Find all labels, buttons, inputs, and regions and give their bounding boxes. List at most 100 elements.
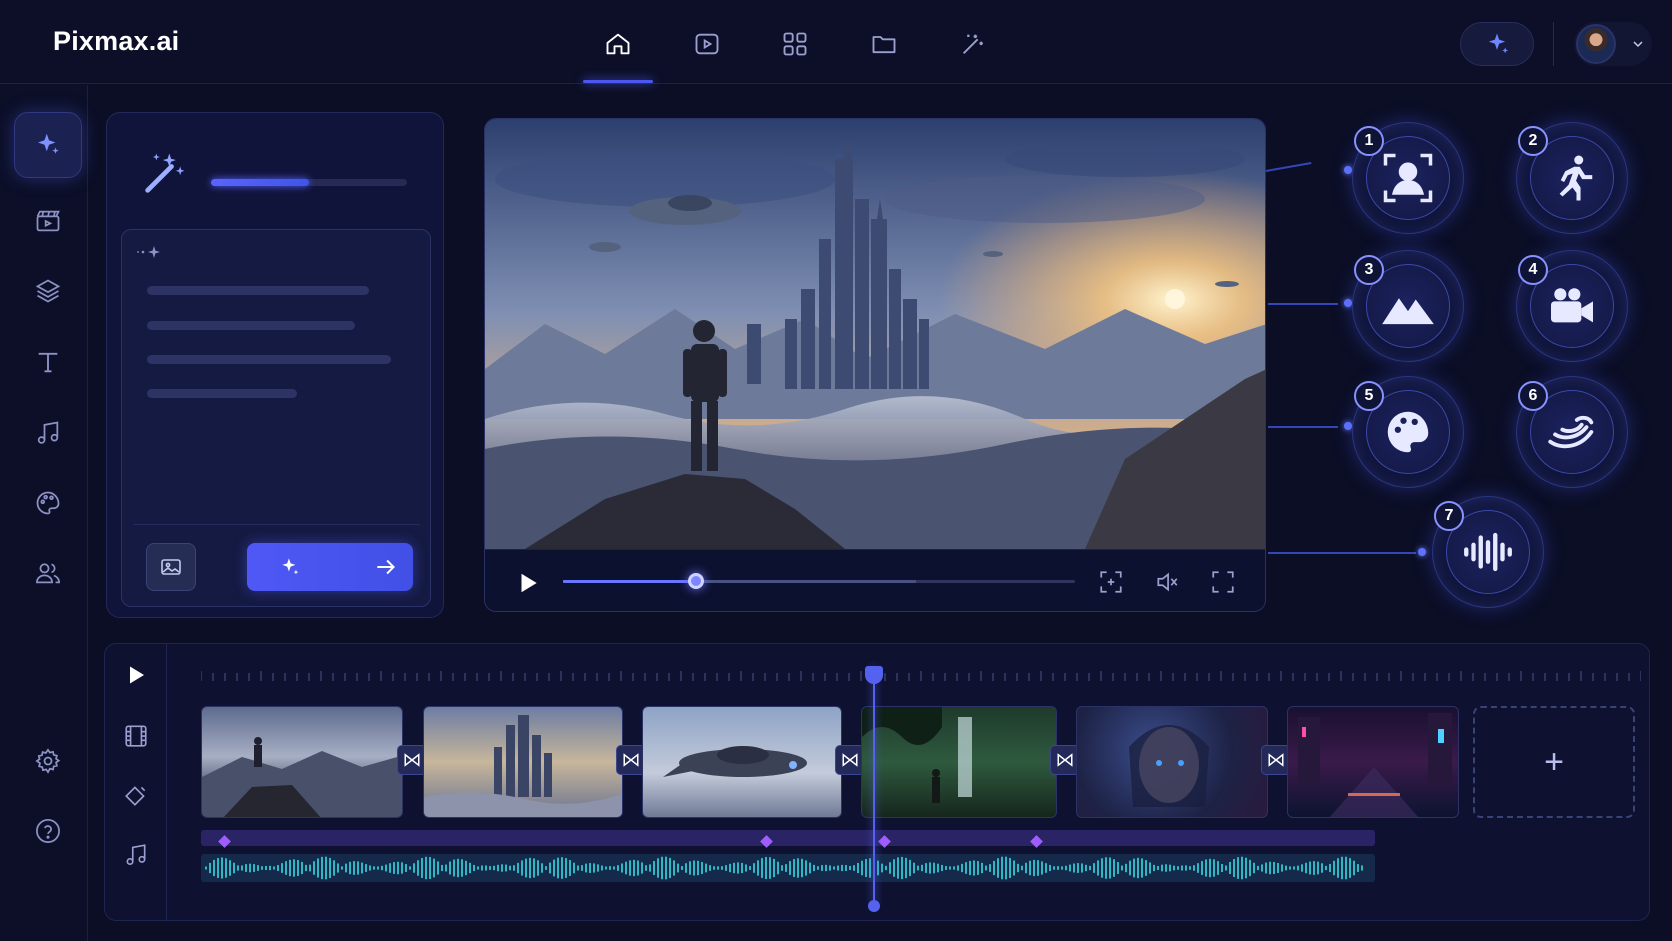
waveform-bar [209, 862, 211, 874]
audio-track[interactable] [201, 854, 1375, 882]
waveform-bar [1153, 864, 1155, 872]
waveform-bar [741, 862, 743, 874]
waveform-bar [625, 861, 627, 875]
sparkles-icon [282, 558, 299, 575]
waveform-bar [1033, 859, 1035, 877]
waveform-bar [1265, 862, 1267, 874]
users-icon [36, 563, 60, 584]
waveform-bar [477, 866, 479, 870]
timeline-clip[interactable] [1287, 706, 1459, 818]
nav-home-icon[interactable] [598, 26, 638, 62]
waveform-bar [1169, 864, 1171, 872]
waveform-bar [721, 866, 723, 870]
avatar[interactable] [1576, 24, 1616, 64]
waveform-bar [1269, 861, 1271, 875]
upload-image-button[interactable] [146, 543, 196, 591]
arrow-right-icon [377, 559, 395, 575]
add-clip-button[interactable]: + [1473, 706, 1635, 818]
fullscreen-icon[interactable] [1209, 568, 1237, 596]
waveform-bar [1225, 865, 1227, 871]
transition-icon[interactable] [117, 776, 155, 814]
waveform-bar [745, 864, 747, 872]
film-icon[interactable] [117, 717, 155, 755]
waveform-bar [753, 863, 755, 873]
waveform-bar [305, 864, 307, 872]
music-icon[interactable] [117, 836, 155, 874]
feature-connector-dot [1418, 548, 1426, 556]
waveform-bar [1113, 859, 1115, 877]
waveform-bar [645, 865, 647, 871]
waveform-bar [781, 865, 783, 871]
waveform-bar [621, 863, 623, 873]
timeline-clip[interactable] [423, 706, 623, 818]
waveform-bar [441, 864, 443, 872]
focus-icon[interactable] [1097, 568, 1125, 596]
waveform-bar [1309, 861, 1311, 875]
timeline-ruler[interactable] [201, 670, 1641, 682]
waveform-bar [249, 863, 251, 873]
sidebar-item-clips[interactable] [14, 188, 82, 254]
waveform-bar [341, 866, 343, 870]
waveform-bar [981, 862, 983, 874]
nav-grid-icon[interactable] [775, 26, 815, 62]
waveform-bar [613, 866, 615, 870]
sidebar-item-layers[interactable] [14, 258, 82, 324]
sidebar-item-text[interactable] [14, 329, 82, 395]
profile-menu[interactable] [1574, 22, 1652, 66]
waveform-bar [285, 861, 287, 875]
generate-button[interactable] [247, 543, 413, 591]
nav-magic-wand-icon[interactable] [953, 26, 993, 62]
waveform-bar [1025, 862, 1027, 874]
waveform-bar [1197, 863, 1199, 873]
playhead-handle[interactable] [865, 666, 883, 684]
sidebar-item-music[interactable] [14, 400, 82, 466]
waveform-bar [1277, 863, 1279, 873]
timeline-clip[interactable] [642, 706, 842, 818]
waveform-bar [761, 858, 763, 878]
waveform-bar [365, 864, 367, 872]
seek-bar[interactable] [563, 573, 1075, 589]
waveform-bar [321, 856, 323, 880]
chevron-down-icon[interactable] [1630, 36, 1646, 52]
sidebar-item-palette[interactable] [14, 470, 82, 536]
waveform-bar [537, 860, 539, 876]
waveform-bar [449, 861, 451, 875]
app-logo[interactable]: Pixmax.ai [53, 26, 179, 57]
nav-folder-icon[interactable] [864, 26, 904, 62]
seek-handle[interactable] [688, 573, 705, 589]
waveform-bar [909, 859, 911, 877]
effects-track[interactable] [201, 830, 1375, 846]
waveform-bar [1145, 860, 1147, 876]
waveform-bar [513, 865, 515, 871]
prompt-input[interactable] [121, 229, 431, 607]
play-icon[interactable] [515, 570, 541, 596]
mute-icon[interactable] [1153, 568, 1181, 596]
waveform-bar [233, 862, 235, 874]
timeline-clip[interactable] [201, 706, 403, 818]
sidebar-item-ai[interactable] [14, 112, 82, 178]
video-preview[interactable] [484, 118, 1266, 612]
waveform-bar [581, 865, 583, 871]
waveform-bar [689, 861, 691, 875]
waveform-bar [493, 865, 495, 871]
timeline-clip[interactable] [1076, 706, 1268, 818]
nav-video-icon[interactable] [687, 26, 727, 62]
waveform-bar [589, 863, 591, 873]
waveform-bar [409, 866, 411, 870]
timeline-play-icon[interactable] [117, 656, 155, 694]
header-divider [1553, 22, 1554, 66]
waveform-bar [1133, 858, 1135, 878]
waveform-bar [637, 860, 639, 876]
timeline-clip[interactable] [861, 706, 1057, 818]
waveform-bar [1137, 857, 1139, 879]
waveform-bar [1349, 858, 1351, 878]
sidebar-item-settings[interactable] [14, 728, 82, 794]
waveform-bar [317, 858, 319, 878]
waveform-bar [1013, 860, 1015, 876]
sidebar-item-users[interactable] [14, 540, 82, 606]
waveform-bar [617, 865, 619, 871]
waveform-bar [1213, 859, 1215, 877]
playhead[interactable] [873, 666, 875, 906]
ai-assist-button[interactable] [1460, 22, 1534, 66]
sidebar-item-help[interactable] [14, 798, 82, 864]
